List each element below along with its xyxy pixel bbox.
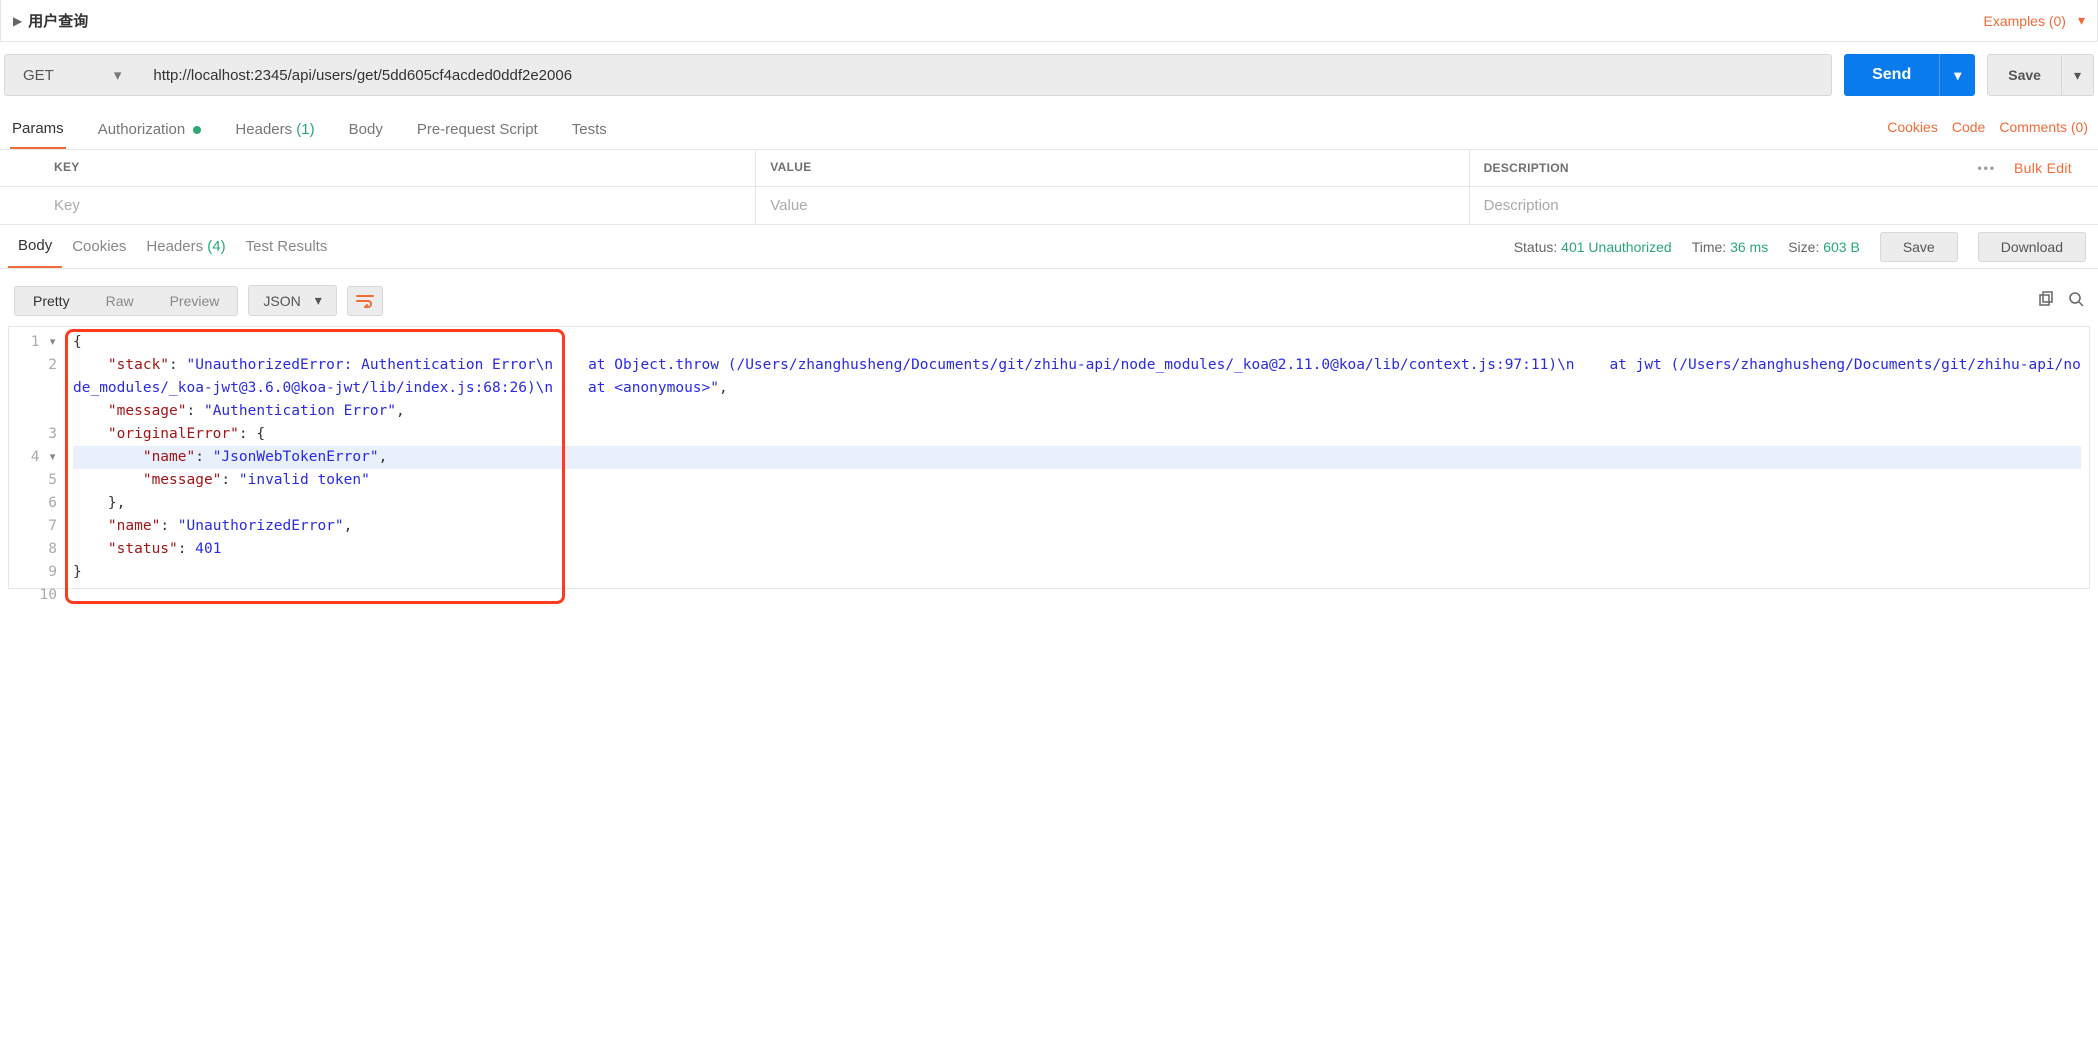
auth-active-dot-icon [193,126,201,134]
send-dropdown[interactable]: ▾ [1939,54,1975,96]
url-input[interactable]: http://localhost:2345/api/users/get/5dd6… [139,54,1832,96]
download-response-button[interactable]: Download [1978,232,2086,262]
params-header-row: KEY VALUE DESCRIPTION ••• Bulk Edit [0,150,2098,187]
wrap-icon [356,294,374,308]
examples-link[interactable]: Examples (0) [1984,13,2066,29]
param-key-input[interactable]: Key [54,197,80,214]
send-button[interactable]: Send ▾ [1844,54,1975,96]
tab-params[interactable]: Params [10,114,66,149]
size-label: Size: 603 B [1788,239,1860,255]
tab-tests[interactable]: Tests [570,115,609,148]
bulk-edit-link[interactable]: Bulk Edit [2014,160,2072,176]
send-label: Send [1844,66,1939,84]
request-line: GET ▾ http://localhost:2345/api/users/ge… [0,42,2098,104]
resp-tab-cookies[interactable]: Cookies [62,226,136,267]
copy-icon[interactable] [2038,291,2054,310]
examples-caret-icon[interactable]: ▾ [2078,12,2085,29]
param-value-input[interactable]: Value [770,197,807,214]
tab-authorization[interactable]: Authorization [96,115,204,148]
comments-link[interactable]: Comments (0) [1999,119,2088,135]
view-mode-group: Pretty Raw Preview [14,286,238,316]
http-method-value: GET [23,67,54,84]
view-preview[interactable]: Preview [152,287,238,315]
collapse-icon[interactable]: ▶ [13,14,22,28]
chevron-down-icon: ▾ [114,66,122,84]
params-header-description: DESCRIPTION ••• Bulk Edit [1469,150,2098,186]
tab-body[interactable]: Body [347,115,385,148]
request-title-bar: ▶ 用户查询 Examples (0) ▾ [0,0,2098,42]
chevron-down-icon: ▾ [315,292,322,309]
view-raw[interactable]: Raw [88,287,152,315]
response-tabs: Body Cookies Headers (4) Test Results St… [0,225,2098,269]
cookies-link[interactable]: Cookies [1887,119,1938,135]
param-desc-input[interactable]: Description [1484,197,1559,214]
tab-prerequest[interactable]: Pre-request Script [415,115,540,148]
tab-headers[interactable]: Headers (1) [233,115,316,148]
save-label: Save [1988,67,2061,83]
http-method-select[interactable]: GET ▾ [4,54,139,96]
view-pretty[interactable]: Pretty [15,287,88,315]
params-header-value: VALUE [755,150,1468,186]
resp-tab-tests[interactable]: Test Results [236,226,338,267]
params-row-empty: Key Value Description [0,187,2098,225]
search-icon[interactable] [2068,291,2084,310]
request-tabs: Params Authorization Headers (1) Body Pr… [0,104,2098,150]
wrap-lines-button[interactable] [347,286,383,316]
time-label: Time: 36 ms [1692,239,1769,255]
url-value: http://localhost:2345/api/users/get/5dd6… [153,67,572,84]
save-button[interactable]: Save ▾ [1987,54,2094,96]
params-header-key: KEY [0,150,755,186]
more-icon[interactable]: ••• [1977,161,1996,175]
code-link[interactable]: Code [1952,119,1985,135]
save-response-button[interactable]: Save [1880,232,1958,262]
format-select[interactable]: JSON▾ [248,285,336,316]
resp-tab-body[interactable]: Body [8,225,62,268]
resp-tab-headers[interactable]: Headers (4) [136,226,235,267]
request-name: 用户查询 [28,10,88,31]
response-body-viewer[interactable]: 1 ▾2 34 ▾5678910 { "stack": "Unauthorize… [8,326,2090,589]
status-label: Status: 401 Unauthorized [1514,239,1672,255]
format-bar: Pretty Raw Preview JSON▾ [0,269,2098,326]
save-dropdown[interactable]: ▾ [2061,55,2093,95]
line-gutter: 1 ▾2 34 ▾5678910 [9,327,65,611]
